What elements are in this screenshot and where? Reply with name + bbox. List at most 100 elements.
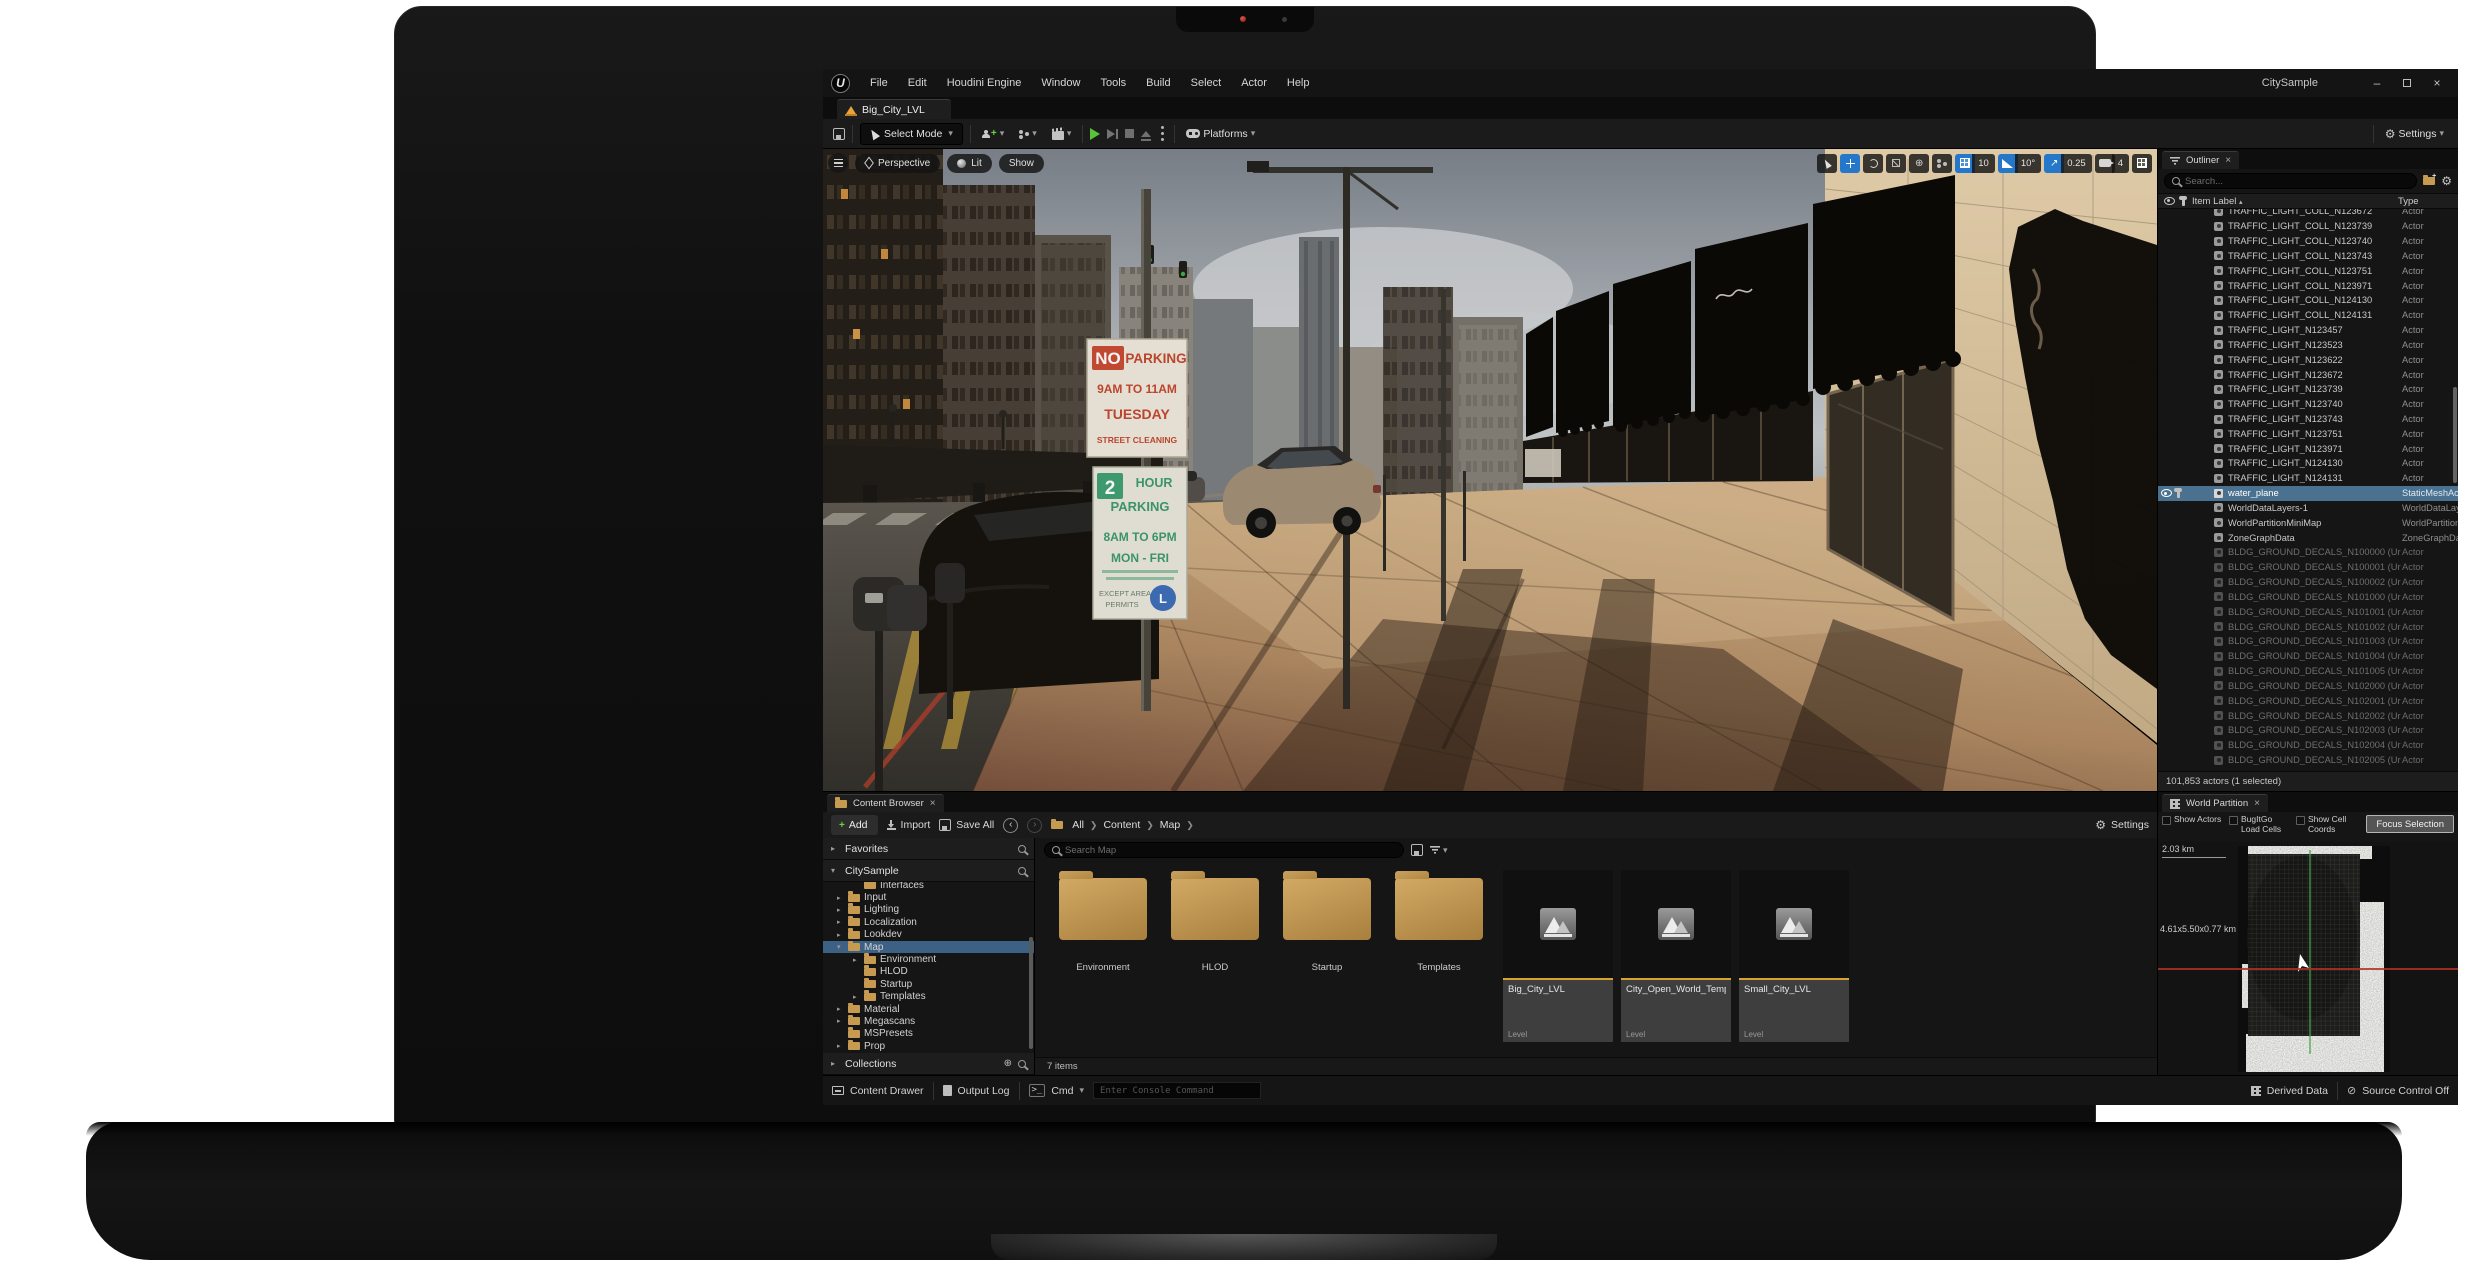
outliner-row[interactable]: BLDG_GROUND_DECALS_N101005 (Ur Actor (2158, 664, 2458, 679)
menu-item[interactable]: Actor (1231, 69, 1277, 97)
outliner-row[interactable]: water_plane StaticMeshActor (2158, 486, 2458, 501)
outliner-row[interactable]: TRAFFIC_LIGHT_N124131 Actor (2158, 471, 2458, 486)
tree-item[interactable]: Startup (823, 978, 1034, 990)
outliner-row[interactable]: BLDG_GROUND_DECALS_N101001 (Ur Actor (2158, 604, 2458, 619)
back-button[interactable]: ‹ (1003, 818, 1018, 833)
outliner-row[interactable]: BLDG_GROUND_DECALS_N101002 (Ur Actor (2158, 619, 2458, 634)
pin-column-icon[interactable] (2182, 197, 2185, 206)
tree-item[interactable]: ▸ Megascans (823, 1015, 1034, 1027)
outliner-row[interactable]: TRAFFIC_LIGHT_N123622 Actor (2158, 352, 2458, 367)
folder-tile[interactable]: Templates (1383, 870, 1495, 973)
close-icon[interactable]: × (2254, 798, 2260, 809)
play-button[interactable] (1090, 128, 1100, 140)
outliner-row[interactable]: TRAFFIC_LIGHT_N123751 Actor (2158, 426, 2458, 441)
tree-item[interactable]: ▸ Input (823, 891, 1034, 903)
outliner-tab[interactable]: Outliner × (2162, 151, 2239, 169)
outliner-row[interactable]: TRAFFIC_LIGHT_COLL_N123971 Actor (2158, 278, 2458, 293)
level-asset-tile[interactable]: City_Open_World_Template Level (1621, 870, 1731, 1042)
world-partition-checkbox[interactable]: BugItGo Load Cells (2229, 815, 2291, 835)
outliner-row[interactable]: BLDG_GROUND_DECALS_N102004 (Ur Actor (2158, 738, 2458, 753)
world-partition-checkbox[interactable]: Show Actors (2162, 815, 2224, 835)
outliner-row[interactable]: TRAFFIC_LIGHT_N123523 Actor (2158, 337, 2458, 352)
create-folder-icon[interactable] (2423, 177, 2435, 185)
outliner-row[interactable]: TRAFFIC_LIGHT_COLL_N124131 Actor (2158, 308, 2458, 323)
menu-item[interactable]: Help (1277, 69, 1320, 97)
source-control-button[interactable]: ⊘ Source Control Off (2347, 1084, 2449, 1097)
rotation-snap-value[interactable]: 10° (2015, 154, 2041, 173)
level-viewport[interactable]: NO PARKING 9AM TO 11AM TUESDAY STREET CL… (823, 149, 2157, 791)
save-all-button[interactable]: Save All (939, 819, 994, 831)
add-actor-dropdown[interactable]: +▾ (978, 128, 1008, 139)
outliner-row[interactable]: WorldPartitionMiniMap WorldPartitionMin (2158, 515, 2458, 530)
menu-item[interactable]: File (860, 69, 898, 97)
folder-tile[interactable]: Environment (1047, 870, 1159, 973)
outliner-settings-icon[interactable]: ⚙ (2441, 174, 2452, 188)
search-icon[interactable] (1018, 867, 1026, 875)
outliner-search-box[interactable] (2164, 173, 2417, 189)
outliner-row[interactable]: ZoneGraphData ZoneGraphData (2158, 530, 2458, 545)
world-local-toggle[interactable]: ⊕ (1909, 154, 1929, 173)
world-partition-checkbox[interactable]: Show Cell Coords (2296, 815, 2358, 835)
outliner-row[interactable]: TRAFFIC_LIGHT_N124130 Actor (2158, 456, 2458, 471)
tree-scrollbar[interactable] (1029, 937, 1033, 1049)
select-mode-dropdown[interactable]: Select Mode ▾ (860, 123, 963, 145)
menu-item[interactable]: Houdini Engine (937, 69, 1032, 97)
outliner-row[interactable]: BLDG_GROUND_DECALS_N102002 (Ur Actor (2158, 708, 2458, 723)
breadcrumb-item[interactable]: Map (1160, 819, 1180, 831)
outliner-row[interactable]: BLDG_GROUND_DECALS_N102001 (Ur Actor (2158, 693, 2458, 708)
save-search-icon[interactable] (1411, 844, 1423, 856)
focus-selection-button[interactable]: Focus Selection (2366, 815, 2454, 833)
sort-filter-dropdown[interactable]: ▾ (1430, 845, 1448, 856)
outliner-row[interactable]: TRAFFIC_LIGHT_N123971 Actor (2158, 441, 2458, 456)
outliner-row[interactable]: TRAFFIC_LIGHT_COLL_N123751 Actor (2158, 263, 2458, 278)
select-tool-button[interactable] (1817, 154, 1837, 173)
outliner-row[interactable]: TRAFFIC_LIGHT_N123740 Actor (2158, 397, 2458, 412)
outliner-row[interactable]: BLDG_GROUND_DECALS_N102000 (Ur Actor (2158, 679, 2458, 694)
outliner-row[interactable]: TRAFFIC_LIGHT_COLL_N123740 Actor (2158, 234, 2458, 249)
outliner-row[interactable]: BLDG_GROUND_DECALS_N100002 (Ur Actor (2158, 575, 2458, 590)
close-icon[interactable]: × (930, 798, 936, 809)
level-asset-tile[interactable]: Big_City_LVL Level (1503, 870, 1613, 1042)
level-tab[interactable]: Big_City_LVL (837, 99, 951, 119)
asset-search-input[interactable] (1065, 845, 1396, 856)
view-mode-dropdown[interactable]: Lit (947, 154, 992, 173)
breadcrumb-item[interactable]: All (1072, 819, 1084, 831)
tree-item[interactable]: ▸ Lookdev (823, 929, 1034, 941)
frame-skip-button[interactable] (1107, 129, 1118, 139)
folder-tile[interactable]: HLOD (1159, 870, 1271, 973)
tree-item[interactable]: HLOD (823, 966, 1034, 978)
tree-item[interactable]: ▸ Environment (823, 953, 1034, 965)
checkbox[interactable] (2229, 816, 2238, 825)
outliner-row[interactable]: TRAFFIC_LIGHT_COLL_N123743 Actor (2158, 248, 2458, 263)
cmd-dropdown[interactable]: >_ Cmd ▾ (1029, 1084, 1085, 1097)
outliner-row[interactable]: TRAFFIC_LIGHT_N123739 Actor (2158, 382, 2458, 397)
menu-item[interactable]: Window (1031, 69, 1090, 97)
favorites-header[interactable]: ▸ Favorites (823, 838, 1034, 860)
outliner-row[interactable]: TRAFFIC_LIGHT_COLL_N123739 Actor (2158, 219, 2458, 234)
cinematics-dropdown[interactable]: ▾ (1048, 128, 1076, 140)
perspective-dropdown[interactable]: Perspective (855, 154, 940, 173)
search-icon[interactable] (1018, 845, 1026, 853)
scale-snap-value[interactable]: 0.25 (2061, 154, 2092, 173)
search-icon[interactable] (1018, 1060, 1026, 1068)
camera-speed-value[interactable]: 4 (2112, 154, 2129, 173)
type-column[interactable]: Type (2398, 196, 2454, 207)
collections-header[interactable]: ▸ Collections ⊕ (823, 1053, 1034, 1075)
menu-item[interactable]: Tools (1090, 69, 1136, 97)
grid-snap-value[interactable]: 10 (1972, 154, 1995, 173)
outliner-search-input[interactable] (2185, 176, 2409, 187)
tree-item[interactable]: Interfaces (823, 882, 1034, 891)
checkbox[interactable] (2296, 816, 2305, 825)
close-icon[interactable]: × (2225, 155, 2231, 166)
outliner-row[interactable]: BLDG_GROUND_DECALS_N101003 (Ur Actor (2158, 634, 2458, 649)
settings-dropdown[interactable]: ⚙ Settings ▾ (2381, 127, 2448, 141)
import-button[interactable]: Import (887, 819, 931, 831)
play-options-menu[interactable] (1161, 132, 1164, 135)
blueprints-dropdown[interactable]: ▾ (1015, 128, 1041, 139)
unreal-logo-icon[interactable]: U (831, 74, 850, 93)
outliner-row[interactable]: TRAFFIC_LIGHT_N123672 Actor (2158, 367, 2458, 382)
forward-button[interactable]: › (1027, 818, 1042, 833)
save-icon[interactable] (833, 128, 845, 140)
console-command-box[interactable] (1093, 1082, 1261, 1099)
tree-item[interactable]: ▸ Prop (823, 1040, 1034, 1052)
